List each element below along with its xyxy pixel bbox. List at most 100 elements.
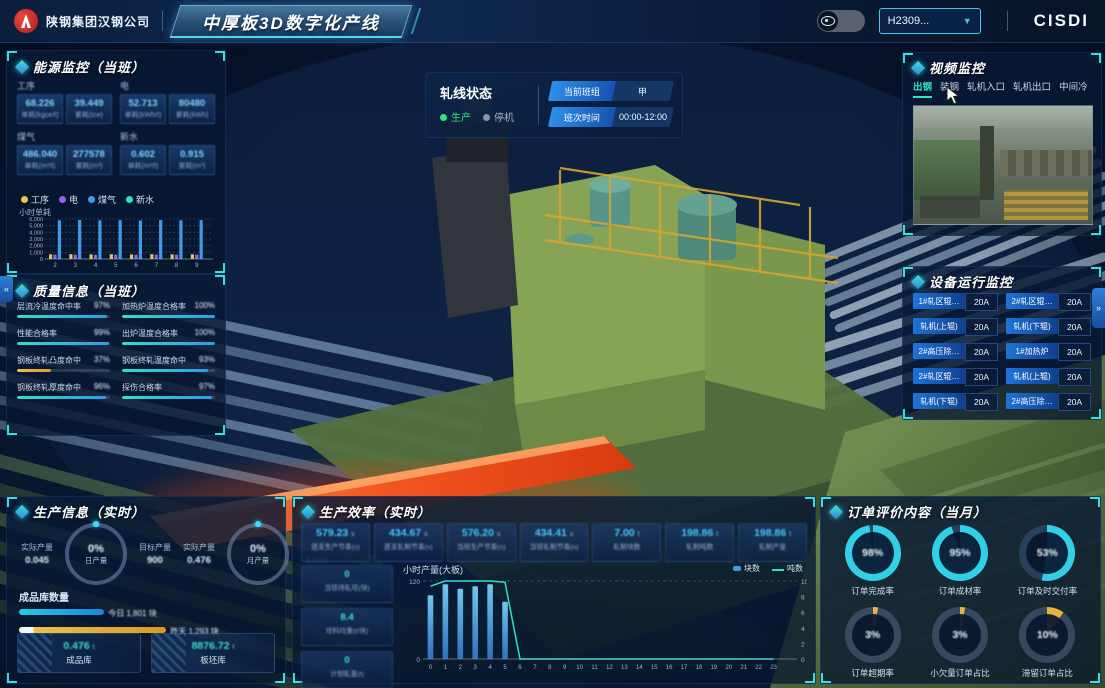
svg-text:7: 7 — [155, 263, 159, 269]
device-row[interactable]: 1#轧区辊…20A — [913, 293, 998, 311]
order-percent: 53% — [1037, 547, 1058, 559]
quality-item: 出炉温度合格率100% — [122, 328, 215, 345]
cctv-video-frame[interactable] — [913, 105, 1093, 225]
status-info-key: 班次时间 — [548, 107, 616, 127]
quality-progress-fill — [17, 396, 106, 399]
svg-text:2: 2 — [801, 641, 805, 648]
energy-group-name: 煤气 — [17, 130, 112, 143]
gauge-percent: 0% — [250, 543, 266, 555]
energy-stat: 52.713单耗(kWh/t) — [120, 94, 166, 124]
status-legend-item: 生产 — [440, 109, 471, 124]
diamond-icon — [15, 283, 29, 297]
svg-text:2: 2 — [53, 263, 57, 269]
svg-text:9: 9 — [563, 665, 567, 671]
right-collapse-handle[interactable]: » — [1092, 288, 1105, 328]
legend-dot-icon — [21, 196, 28, 203]
energy-stat-value: 277578 — [69, 149, 109, 160]
quality-value: 100% — [195, 328, 215, 339]
device-row[interactable]: 轧机(上辊)20A — [913, 318, 998, 336]
quality-progress-fill — [122, 315, 215, 318]
order-label: 小欠量订单占比 — [920, 667, 999, 679]
header-divider — [1007, 11, 1008, 31]
efficiency-card: 434.41 s当班轧制节奏(s) — [520, 523, 589, 562]
warehouse-box[interactable]: 8876.72 t板坯库 — [151, 633, 275, 673]
warehouse-value: 0.476 t — [63, 640, 94, 652]
svg-text:15: 15 — [651, 665, 658, 671]
device-row[interactable]: 2#轧区辊…20A — [913, 368, 998, 386]
device-label: 轧机(上辊) — [1006, 368, 1058, 384]
device-row[interactable]: 2#高压除…20A — [1006, 393, 1091, 411]
efficiency-card: 579.23 s 逐支生产节奏(s) — [301, 523, 370, 562]
efficiency-card-label: 轧制吨数 — [666, 541, 733, 551]
side-card-label: 坯料均重(t/块) — [302, 625, 392, 635]
energy-stat: 0.602单耗(m³/t) — [120, 145, 166, 175]
quality-progress-track — [122, 315, 215, 318]
video-tab-2[interactable]: 装钢 — [940, 79, 959, 98]
energy-bar-chart: 01,0002,0003,0004,0005,0006,00023456789 — [15, 215, 217, 269]
header-divider — [162, 11, 163, 31]
video-tab-1[interactable]: 出钢 — [913, 79, 932, 98]
quality-item: 钢板终轧凸度命中37% — [17, 355, 110, 372]
svg-text:6,000: 6,000 — [29, 217, 43, 223]
svg-text:7: 7 — [533, 665, 537, 671]
energy-stat-value: 0.602 — [123, 149, 163, 160]
quality-progress-fill — [122, 396, 212, 399]
svg-text:1: 1 — [444, 665, 448, 671]
device-label: 轧机(下辊) — [1006, 318, 1058, 334]
efficiency-card-value: 579.23 s — [302, 527, 369, 539]
efficiency-card-value: 434.67 s — [375, 527, 442, 539]
device-row[interactable]: 轧机(下辊)20A — [913, 393, 998, 411]
video-tab-4[interactable]: 轧机出口 — [1013, 79, 1051, 98]
order-label: 订单完成率 — [833, 585, 912, 597]
device-current-value: 20A — [965, 343, 998, 361]
line-select-dropdown[interactable]: H2309... ▼ — [879, 8, 981, 34]
order-percent: 3% — [952, 629, 967, 641]
energy-stat-label: 单耗(kgce/t) — [20, 110, 60, 120]
dashboard-root: 陕钢集团汉钢公司 中厚板3D数字化产线 H2309... ▼ CISDI 能源监… — [0, 0, 1105, 688]
efficiency-card-unit: s — [497, 531, 501, 538]
device-label: 2#高压除… — [1006, 393, 1058, 409]
device-label: 轧机(上辊) — [913, 318, 965, 334]
hourly-output-chart: 0120024681001234567891011121314151617181… — [397, 573, 807, 679]
device-current-value: 20A — [1058, 343, 1091, 361]
video-tab-3[interactable]: 轧机入口 — [967, 79, 1005, 98]
status-info-value: 甲 — [612, 81, 674, 101]
device-row[interactable]: 1#加热炉20A — [1006, 343, 1091, 361]
toggle-knob[interactable] — [818, 11, 838, 31]
left-collapse-handle[interactable]: « — [0, 276, 13, 302]
svg-text:6: 6 — [801, 610, 805, 617]
svg-text:14: 14 — [636, 665, 643, 671]
device-row[interactable]: 2#高压除…20A — [913, 343, 998, 361]
video-tab-5[interactable]: 中间冷 — [1059, 79, 1088, 98]
efficiency-card-label: 逐支生产节奏(s) — [302, 541, 369, 551]
device-row[interactable]: 轧机(下辊)20A — [1006, 318, 1091, 336]
warehouse-box[interactable]: 0.476 t成品库 — [17, 633, 141, 673]
svg-text:19: 19 — [711, 665, 718, 671]
energy-stat-label: 累耗(kWh) — [172, 110, 212, 120]
efficiency-panel: 生产效率（实时） 579.23 s逐支生产节奏(s)434.67 s逐支轧制节奏… — [292, 496, 816, 684]
efficiency-side-card: 0计划轧量(t) — [301, 651, 393, 688]
svg-text:1,000: 1,000 — [29, 250, 43, 256]
quality-value: 97% — [94, 301, 110, 312]
efficiency-card-label: 轧制产量 — [739, 541, 806, 551]
visibility-toggle[interactable] — [817, 10, 865, 32]
actual-value: 0.045 — [15, 555, 59, 566]
device-row[interactable]: 2#轧区辊…20A — [1006, 293, 1091, 311]
status-info-key: 当前班组 — [548, 81, 616, 101]
device-label: 轧机(下辊) — [913, 393, 965, 409]
svg-text:8: 8 — [801, 595, 805, 602]
diamond-icon — [911, 274, 925, 288]
quality-progress-track — [17, 396, 110, 399]
svg-text:6: 6 — [518, 665, 522, 671]
quality-progress-fill — [17, 369, 51, 372]
energy-group: 电52.713单耗(kWh/t)80480累耗(kWh) — [120, 79, 215, 124]
order-metric: 3% 小欠量订单占比 — [920, 607, 999, 679]
svg-text:20: 20 — [725, 665, 732, 671]
efficiency-card: 7.00 t轧制块数 — [592, 523, 661, 562]
device-row[interactable]: 轧机(上辊)20A — [1006, 368, 1091, 386]
order-metric: 95%订单成材率 — [920, 525, 999, 597]
device-grid: 1#轧区辊…20A2#轧区辊…20A轧机(上辊)20A轧机(下辊)20A2#高压… — [913, 293, 1091, 411]
quality-label: 性能合格率 — [17, 328, 57, 339]
status-legend-item: 停机 — [483, 109, 514, 124]
efficiency-card-unit: s — [424, 531, 428, 538]
